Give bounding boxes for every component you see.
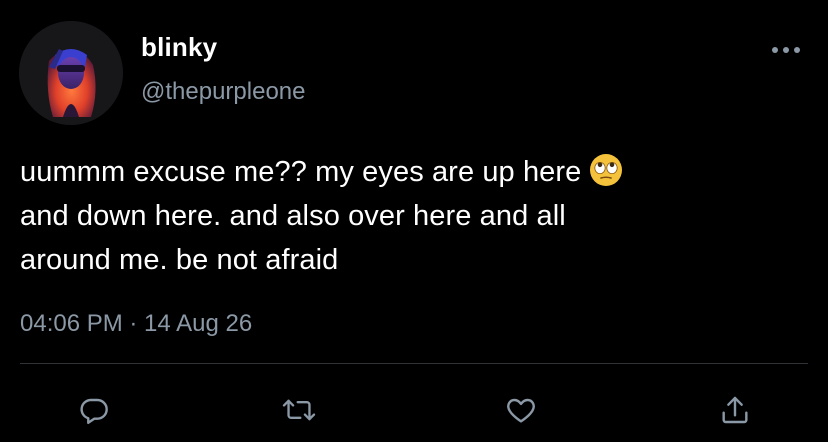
tweet-text-line-2: and down here. and also over here and al…	[20, 200, 566, 232]
tweet-text-line: uummm excuse me?? my eyes are up here	[20, 150, 810, 194]
tweet-text-line-1: uummm excuse me?? my eyes are up here	[20, 156, 582, 188]
reply-icon	[80, 398, 108, 424]
retweet-button[interactable]	[279, 390, 319, 430]
reply-button[interactable]	[74, 390, 114, 430]
share-button[interactable]	[715, 390, 755, 430]
profile-photo-icon	[19, 21, 123, 125]
display-name[interactable]: blinky	[141, 32, 217, 63]
tweet-text-line-3: around me. be not afraid	[20, 244, 339, 276]
like-button[interactable]	[501, 390, 541, 430]
divider	[20, 363, 808, 364]
face-with-rolling-eyes-icon	[589, 153, 623, 187]
retweet-icon	[282, 399, 316, 421]
username-handle[interactable]: @thepurpleone	[141, 78, 305, 106]
share-icon	[722, 396, 748, 424]
avatar[interactable]	[19, 21, 123, 125]
more-options-icon	[772, 47, 800, 53]
more-options-button[interactable]	[768, 40, 804, 60]
tweet-text: uummm excuse me?? my eyes are up here an…	[20, 150, 810, 282]
tweet-timestamp[interactable]: 04:06 PM · 14 Aug 26	[20, 310, 252, 338]
heart-icon	[507, 398, 535, 423]
tweet-card: blinky @thepurpleone uummm excuse me?? m…	[0, 0, 828, 442]
